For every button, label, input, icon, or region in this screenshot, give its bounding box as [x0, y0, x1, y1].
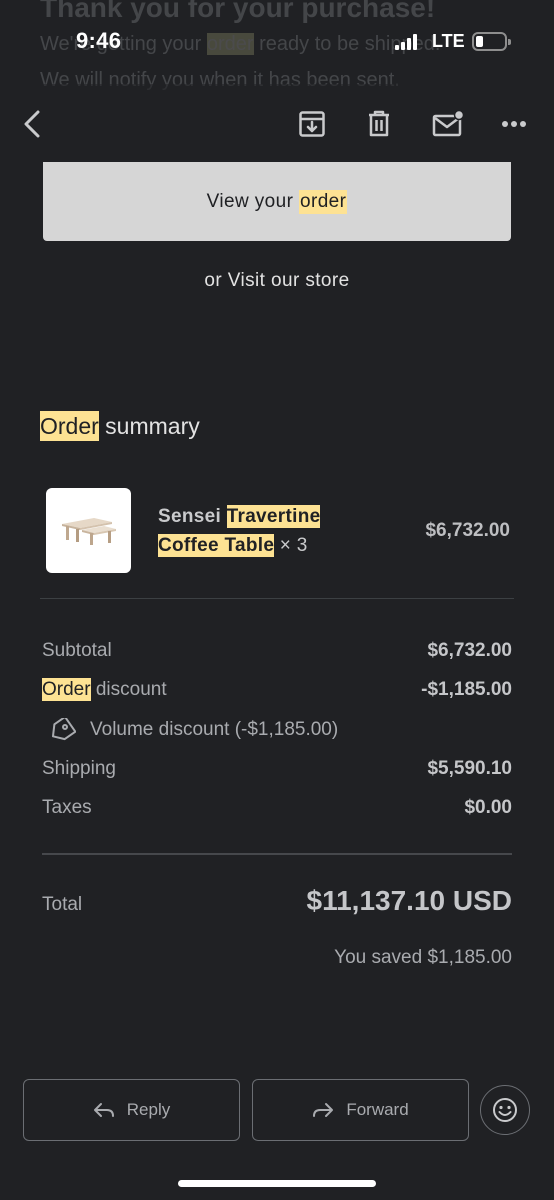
shipping-value: $5,590.10	[427, 758, 512, 779]
product-image	[46, 488, 131, 573]
product-quantity: × 3	[274, 535, 308, 556]
reply-icon	[93, 1103, 114, 1117]
product-name-highlight-2: Coffee Table	[158, 534, 275, 557]
product-name-prefix: Sensei	[158, 506, 227, 527]
reply-label: Reply	[126, 1100, 171, 1119]
total-value: $11,137.10 USD	[306, 885, 513, 916]
reply-button[interactable]: Reply	[23, 1079, 240, 1141]
shipping-label: Shipping	[42, 758, 116, 779]
subtotal-label: Subtotal	[42, 640, 112, 661]
total-label: Total	[42, 894, 83, 915]
product-name: Sensei Travertine Coffee Table × 3	[158, 502, 368, 560]
battery-icon	[472, 32, 511, 51]
emoji-reaction-button[interactable]	[480, 1085, 530, 1135]
email-toolbar	[0, 84, 554, 162]
order-discount-value: -$1,185.00	[421, 679, 512, 700]
product-price: $6,732.00	[425, 520, 510, 541]
volume-discount-row: Volume discount (-$1,185.00)	[48, 718, 338, 742]
back-icon[interactable]	[10, 102, 54, 146]
savings-text: You saved $1,185.00	[334, 947, 512, 968]
archive-icon[interactable]	[290, 102, 334, 146]
view-order-button[interactable]: View your order	[43, 162, 511, 241]
summary-title-rest: summary	[98, 413, 200, 439]
trash-icon[interactable]	[357, 102, 401, 146]
divider	[40, 598, 514, 599]
subtotal-value: $6,732.00	[427, 640, 512, 661]
status-bar: 9:46 LTE	[0, 0, 554, 84]
product-name-highlight-1: Travertine	[226, 505, 321, 528]
taxes-value: $0.00	[464, 797, 512, 818]
home-indicator[interactable]	[178, 1180, 376, 1187]
view-order-highlight: order	[299, 189, 348, 214]
status-time: 9:46	[76, 28, 122, 53]
mail-unread-icon[interactable]	[424, 102, 472, 146]
visit-store-link[interactable]: or Visit our store	[0, 270, 554, 292]
forward-icon	[313, 1103, 334, 1117]
order-discount-label-rest: discount	[90, 679, 167, 700]
volume-discount-label: Volume discount (-$1,185.00)	[90, 719, 339, 740]
taxes-label: Taxes	[42, 797, 92, 818]
order-summary-title: Order summary	[40, 411, 200, 441]
forward-button[interactable]: Forward	[252, 1079, 469, 1141]
view-order-label: View your	[206, 190, 299, 212]
forward-label: Forward	[346, 1100, 409, 1119]
order-discount-label: Order discount	[42, 678, 167, 701]
signal-icon	[395, 34, 423, 50]
network-type: LTE	[432, 31, 465, 51]
order-discount-highlight: Order	[42, 678, 91, 701]
more-horizontal-icon[interactable]	[492, 102, 536, 146]
battery-fill	[476, 36, 483, 47]
summary-title-highlight: Order	[40, 411, 99, 441]
emoji-smile-icon	[493, 1098, 517, 1122]
tag-icon	[51, 718, 76, 741]
divider	[42, 853, 512, 855]
